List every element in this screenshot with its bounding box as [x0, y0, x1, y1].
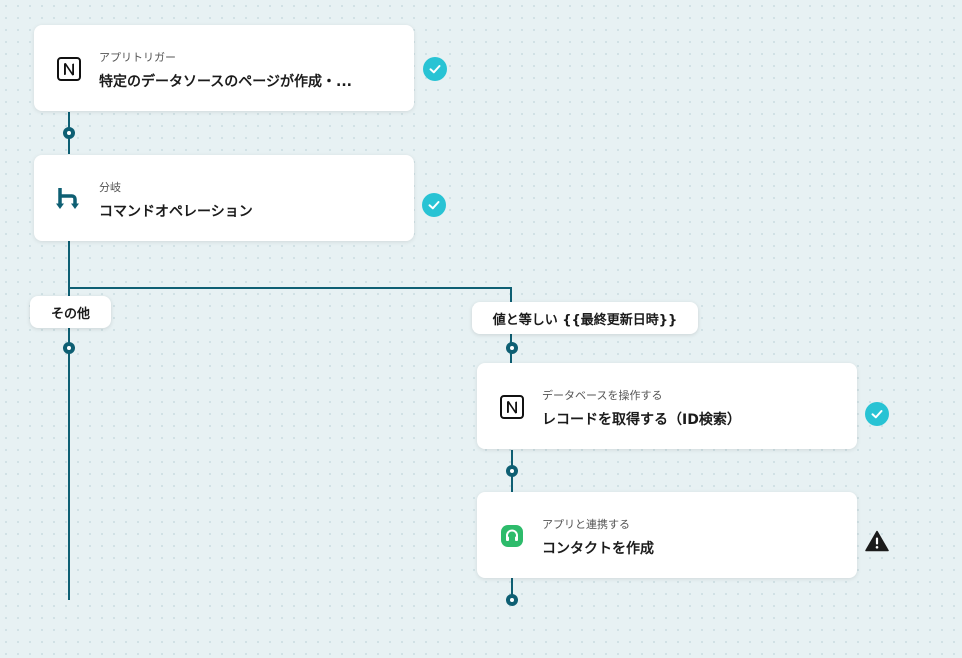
create-contact-card[interactable]: アプリと連携する コンタクトを作成 [477, 492, 857, 578]
add-step-node[interactable] [506, 465, 518, 477]
card-title: レコードを取得する（ID検索） [542, 412, 741, 428]
branch-icon [56, 186, 82, 212]
card-subtitle: アプリトリガー [99, 51, 176, 64]
card-title: コマンドオペレーション [99, 204, 253, 220]
branch-card[interactable]: 分岐 コマンドオペレーション [34, 155, 414, 241]
notion-icon [499, 394, 525, 420]
connector-line [68, 287, 512, 289]
path-label-text: その他 [50, 306, 90, 322]
notion-icon [56, 56, 82, 82]
check-icon [422, 193, 446, 217]
card-subtitle: データベースを操作する [542, 389, 663, 402]
path-label-equals[interactable]: 値と等しい {{最終更新日時}} [472, 302, 698, 334]
add-step-node[interactable] [506, 594, 518, 606]
path-label-other[interactable]: その他 [30, 296, 111, 328]
check-icon [423, 57, 447, 81]
trigger-card[interactable]: アプリトリガー 特定のデータソースのページが作成・... [34, 25, 414, 111]
connector-line [68, 241, 70, 600]
warning-icon [865, 530, 889, 552]
add-step-node[interactable] [63, 342, 75, 354]
get-record-card[interactable]: データベースを操作する レコードを取得する（ID検索） [477, 363, 857, 449]
path-label-text: 値と等しい {{最終更新日時}} [492, 312, 678, 328]
card-subtitle: アプリと連携する [542, 518, 630, 531]
headset-app-icon [499, 523, 525, 549]
add-step-node[interactable] [506, 342, 518, 354]
check-icon [865, 402, 889, 426]
card-title: コンタクトを作成 [542, 541, 654, 557]
card-subtitle: 分岐 [99, 181, 121, 194]
add-step-node[interactable] [63, 127, 75, 139]
card-title: 特定のデータソースのページが作成・... [99, 74, 352, 90]
